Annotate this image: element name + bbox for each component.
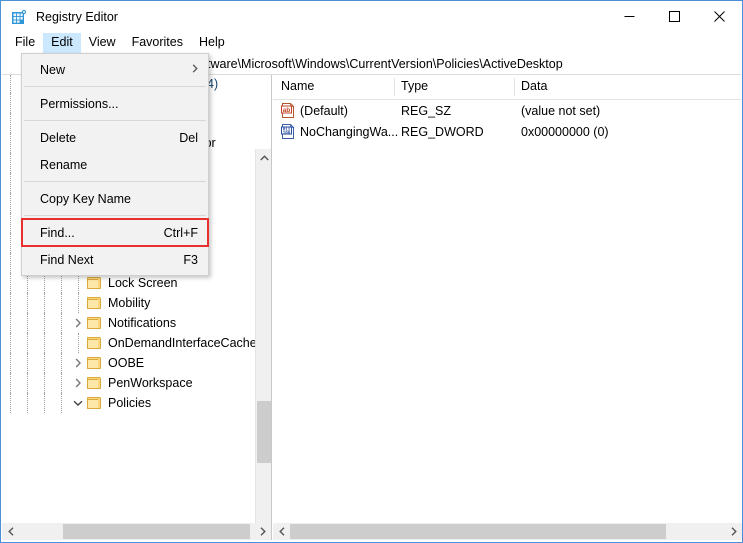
tree-item-oobe[interactable]: OOBE: [2, 353, 255, 373]
tree-item-policies[interactable]: Policies: [2, 393, 255, 413]
tree-item-penworkspace[interactable]: PenWorkspace: [2, 373, 255, 393]
menu-item-label: Find...: [40, 226, 75, 240]
menu-item-shortcut: Del: [179, 131, 198, 145]
column-divider[interactable]: [514, 78, 515, 96]
chevron-right-icon: [192, 64, 198, 76]
scroll-left-icon[interactable]: [2, 523, 19, 540]
menu-item-copy-key-name[interactable]: Copy Key Name: [22, 185, 208, 212]
menu-item-label: Find Next: [40, 253, 94, 267]
value-data: 0x00000000 (0): [521, 125, 609, 139]
scroll-left-icon[interactable]: [273, 523, 290, 540]
column-header-data[interactable]: Data: [521, 79, 547, 93]
value-data: (value not set): [521, 104, 600, 118]
value-name: NoChangingWa...: [300, 125, 398, 139]
svg-text:ab: ab: [283, 107, 291, 114]
tree-leaf-spacer: [70, 333, 86, 353]
menu-item-permissions[interactable]: Permissions...: [22, 90, 208, 117]
scroll-track[interactable]: [19, 523, 254, 540]
scroll-right-icon[interactable]: [725, 523, 742, 540]
menu-separator: [24, 120, 206, 121]
folder-icon: [86, 376, 103, 390]
menu-help[interactable]: Help: [191, 33, 233, 53]
column-divider[interactable]: [394, 78, 395, 96]
minimize-button[interactable]: [607, 1, 652, 32]
reg-sz-icon: ab: [281, 103, 295, 118]
reg-dword-icon: 011 100: [281, 124, 295, 139]
menu-item-label: New: [40, 63, 65, 77]
scroll-thumb[interactable]: [290, 524, 666, 539]
chevron-right-icon[interactable]: [70, 373, 86, 393]
menu-item-shortcut: Ctrl+F: [164, 226, 198, 240]
tree-item-label: PenWorkspace: [108, 373, 193, 393]
value-type: REG_SZ: [401, 104, 451, 118]
menu-favorites[interactable]: Favorites: [124, 33, 191, 53]
menu-view[interactable]: View: [81, 33, 124, 53]
tree-item-label: Mobility: [108, 293, 150, 313]
address-path: tware\Microsoft\Windows\CurrentVersion\P…: [203, 57, 563, 71]
tree-item-label: OnDemandInterfaceCache: [108, 333, 255, 353]
tree-leaf-spacer: [70, 273, 86, 293]
tree-horizontal-scrollbar[interactable]: [2, 523, 272, 540]
chevron-right-icon[interactable]: [70, 353, 86, 373]
menu-item-new[interactable]: New: [22, 56, 208, 83]
tree-item-label: Notifications: [108, 313, 176, 333]
folder-icon: [86, 316, 103, 330]
menu-item-label: Copy Key Name: [40, 192, 131, 206]
tree-item-label: OOBE: [108, 353, 144, 373]
table-row[interactable]: ab (Default) REG_SZ (value not set): [273, 100, 741, 121]
window-controls: [607, 1, 742, 32]
tree-leaf-spacer: [70, 293, 86, 313]
folder-icon: [86, 356, 103, 370]
menu-item-label: Rename: [40, 158, 87, 172]
title-bar: Registry Editor: [1, 1, 742, 32]
table-row[interactable]: 011 100 NoChangingWa... REG_DWORD 0x0000…: [273, 121, 741, 142]
value-name: (Default): [300, 104, 348, 118]
registry-values-panel: Name Type Data ab (Default) REG_SZ (valu…: [273, 75, 741, 523]
tree-item-label: Policies: [108, 393, 151, 413]
folder-icon: [86, 296, 103, 310]
scroll-up-icon[interactable]: [256, 149, 272, 166]
edit-dropdown-menu: New Permissions... Delete Del Rename Copy Key…: [21, 53, 209, 276]
edit-menu-items: New Permissions... Delete Del Rename Copy Key…: [22, 56, 208, 273]
scroll-right-icon[interactable]: [254, 523, 271, 540]
values-column-headers: Name Type Data: [273, 75, 741, 100]
tree-item-lock-screen[interactable]: Lock Screen: [2, 273, 255, 293]
folder-icon: [86, 396, 103, 410]
svg-text:100: 100: [283, 132, 291, 136]
chevron-down-icon[interactable]: [70, 393, 86, 413]
menu-edit[interactable]: Edit: [43, 33, 81, 53]
menu-item-delete[interactable]: Delete Del: [22, 124, 208, 151]
value-type: REG_DWORD: [401, 125, 484, 139]
menu-item-label: Permissions...: [40, 97, 119, 111]
tree-vertical-scrollbar[interactable]: [255, 149, 272, 523]
menu-file[interactable]: File: [7, 33, 43, 53]
chevron-right-icon[interactable]: [70, 313, 86, 333]
folder-icon: [86, 336, 103, 350]
tree-item-mobility[interactable]: Mobility: [2, 293, 255, 313]
registry-editor-icon: [11, 9, 27, 25]
menu-item-shortcut: F3: [183, 253, 198, 267]
menu-separator: [24, 86, 206, 87]
registry-editor-window: Registry Editor File Edit View Favorites…: [0, 0, 743, 543]
menu-item-rename[interactable]: Rename: [22, 151, 208, 178]
column-header-name[interactable]: Name: [281, 79, 314, 93]
tree-item-label: Lock Screen: [108, 273, 177, 293]
menu-item-label: Delete: [40, 131, 76, 145]
tree-item-ondemandinterfacecache[interactable]: OnDemandInterfaceCache: [2, 333, 255, 353]
scroll-track[interactable]: [290, 523, 725, 540]
window-title: Registry Editor: [36, 10, 118, 24]
values-horizontal-scrollbar[interactable]: [273, 523, 742, 540]
menu-item-find-next[interactable]: Find Next F3: [22, 246, 208, 273]
tree-item-notifications[interactable]: Notifications: [2, 313, 255, 333]
scroll-thumb[interactable]: [257, 401, 272, 463]
menu-bar: File Edit View Favorites Help: [1, 32, 742, 53]
menu-separator: [24, 215, 206, 216]
folder-icon: [86, 276, 103, 290]
close-button[interactable]: [697, 1, 742, 32]
menu-item-find[interactable]: Find... Ctrl+F: [22, 219, 208, 246]
menu-separator: [24, 181, 206, 182]
maximize-button[interactable]: [652, 1, 697, 32]
column-header-type[interactable]: Type: [401, 79, 428, 93]
scroll-thumb[interactable]: [63, 524, 250, 539]
